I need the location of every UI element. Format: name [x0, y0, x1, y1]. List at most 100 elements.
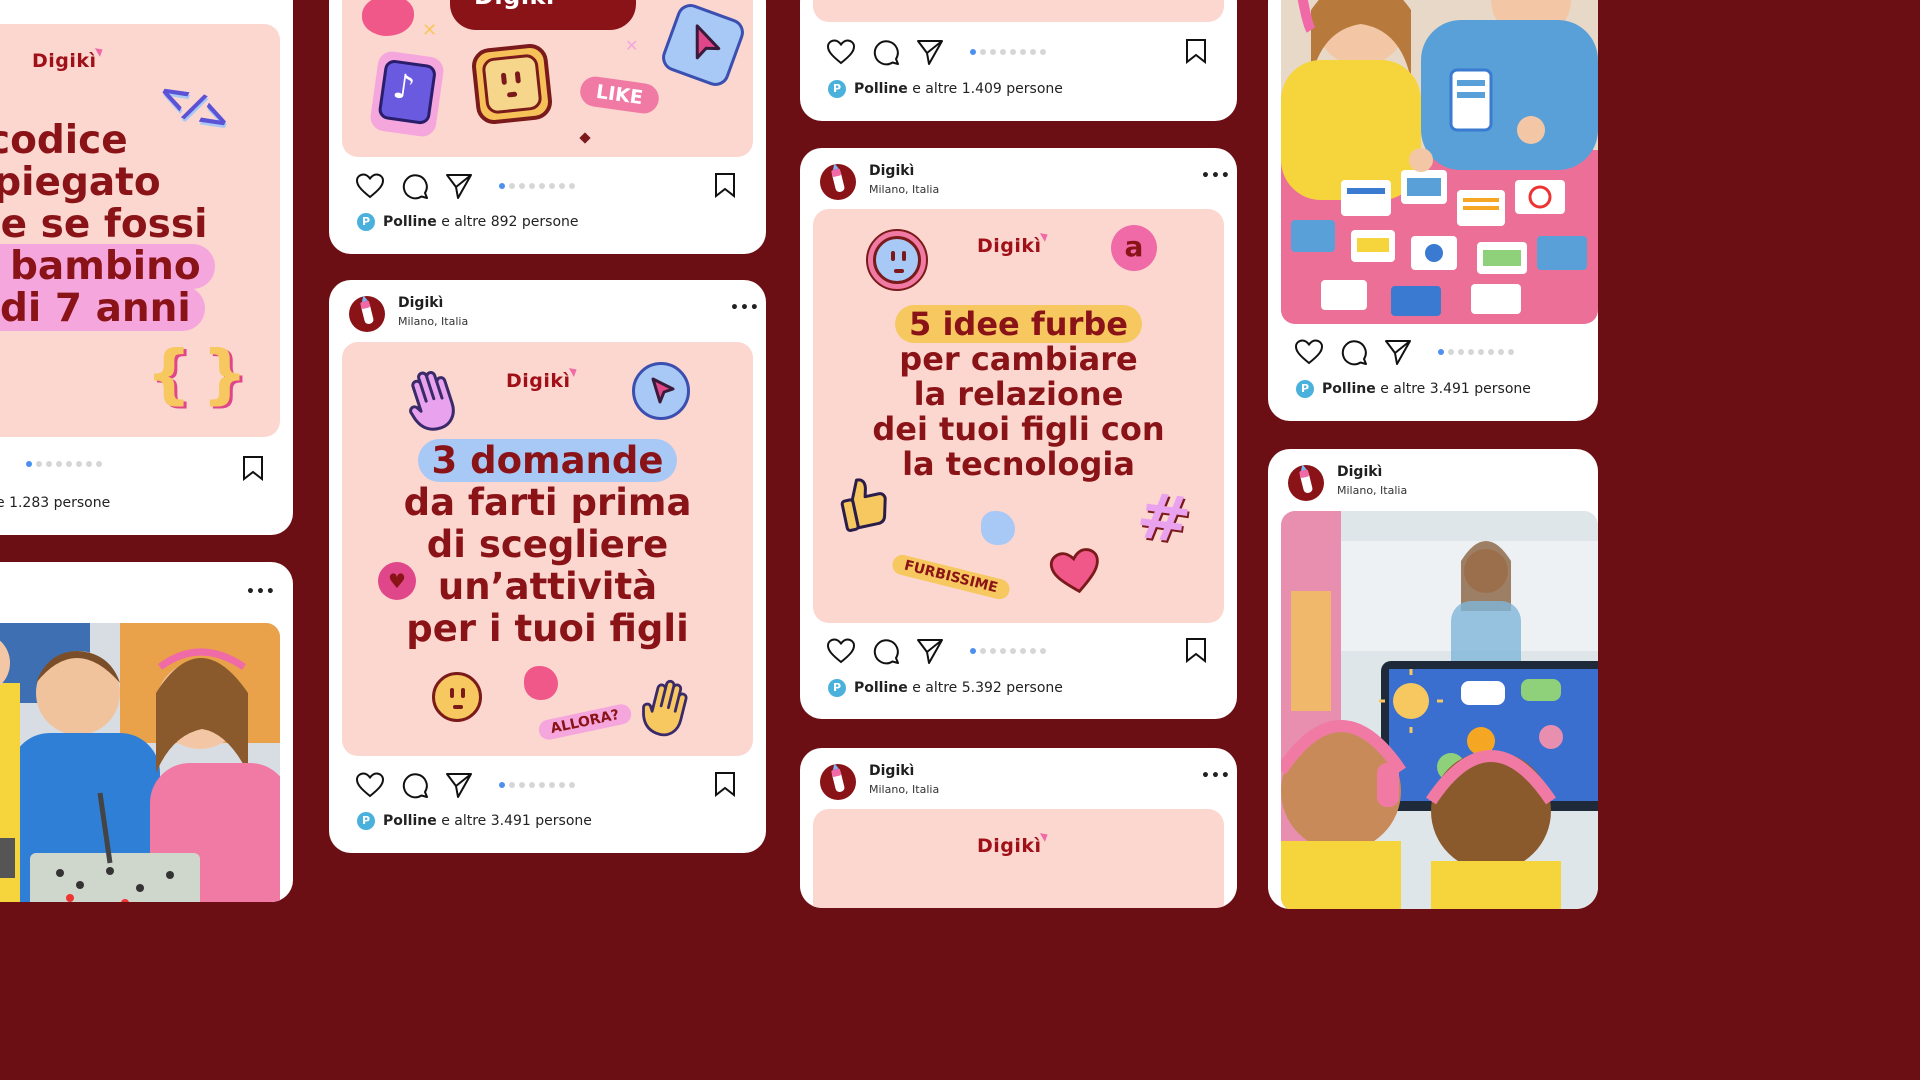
post-photo[interactable]: [1281, 0, 1598, 324]
likes-count[interactable]: e altre 892 persone: [437, 214, 578, 230]
comment-icon[interactable]: [401, 172, 429, 200]
account-name[interactable]: Digikì: [1337, 464, 1382, 480]
account-name[interactable]: Digikì: [869, 763, 914, 779]
likes-count[interactable]: e altre 1.409 persone: [908, 81, 1063, 97]
send-icon[interactable]: [916, 38, 944, 66]
carousel-dots[interactable]: [499, 782, 589, 788]
post-card-3: ✕ Digikì ♪ LIKE ✕ P Polline e altre 892 p…: [329, 0, 766, 254]
heart-icon[interactable]: [826, 637, 856, 665]
post-photo[interactable]: [0, 623, 280, 902]
heart-icon[interactable]: [355, 771, 385, 799]
likes-text: P Polline e altre 892 persone: [357, 213, 579, 231]
digiki-avatar[interactable]: [349, 296, 385, 332]
account-location[interactable]: Milano, Italia: [398, 315, 468, 328]
digiki-logo: Digikì: [977, 235, 1042, 257]
digiki-avatar[interactable]: [820, 764, 856, 800]
more-options-icon[interactable]: •••: [246, 584, 276, 600]
account-location[interactable]: Milano, Italia: [869, 783, 939, 796]
headline-line-1: l codice: [0, 118, 128, 163]
likes-count[interactable]: e altre 3.491 persone: [437, 813, 592, 829]
post-header: Digikì Milano, Italia •••: [349, 295, 759, 332]
liker-name[interactable]: Polline: [854, 81, 908, 97]
post-card-8: P Polline e altre 3.491 persone: [1268, 0, 1598, 421]
bookmark-icon[interactable]: [713, 172, 737, 198]
comment-icon[interactable]: [872, 38, 900, 66]
pin-icon: P: [357, 812, 375, 830]
post-card-7: Digikì Milano, Italia ••• Digikì: [800, 748, 1237, 908]
pin-icon: P: [357, 213, 375, 231]
liker-name[interactable]: Polline: [383, 813, 437, 829]
headline-line-3: me se fossi: [0, 202, 208, 247]
post-card-6: Digikì Milano, Italia ••• Digikì a 5 ide…: [800, 148, 1237, 719]
heart-icon[interactable]: [1294, 338, 1324, 366]
bookmark-icon[interactable]: [1184, 637, 1208, 663]
headline-line-1: 3 domande: [417, 439, 678, 482]
carousel-dots[interactable]: [970, 648, 1060, 654]
post-image[interactable]: Digikì </> l codice spiegato me se fossi…: [0, 24, 280, 437]
carousel-dots[interactable]: [1438, 349, 1528, 355]
post-image[interactable]: Digikì a 5 idee furbe per cambiare la re…: [813, 209, 1224, 623]
likes-count[interactable]: e altre 5.392 persone: [908, 680, 1063, 696]
post-image[interactable]: Digikì: [813, 809, 1224, 908]
bookmark-icon[interactable]: [1184, 38, 1208, 64]
liker-name[interactable]: Polline: [854, 680, 908, 696]
liker-name[interactable]: Polline: [1322, 381, 1376, 397]
likes-text: P Polline e altre 5.392 persone: [828, 679, 1063, 697]
digiki-logo: Digikì: [977, 835, 1042, 857]
post-header: Digikì Milano, Italia: [1288, 464, 1598, 501]
carousel-dots[interactable]: [970, 49, 1060, 55]
sparkle-icon: ✕: [625, 36, 639, 55]
headline: l codice spiegato me se fossi bambino di…: [0, 118, 215, 331]
bookmark-icon[interactable]: [241, 455, 265, 481]
account-location[interactable]: Milano, Italia: [1337, 484, 1407, 497]
heart-icon[interactable]: [826, 38, 856, 66]
headline-line-2: per cambiare: [899, 340, 1138, 378]
account-location[interactable]: Milano, Italia: [869, 183, 939, 196]
send-icon[interactable]: [1384, 338, 1412, 366]
cursor-circle-icon: [632, 362, 690, 420]
more-options-icon[interactable]: •••: [730, 300, 760, 316]
post-image[interactable]: ✕ Digikì ♪ LIKE ✕: [342, 0, 753, 157]
send-icon[interactable]: [445, 172, 473, 200]
headline: 5 idee furbe per cambiare la relazione d…: [813, 305, 1224, 482]
post-image[interactable]: [813, 0, 1224, 22]
post-photo[interactable]: [1281, 511, 1598, 909]
at-icon: a: [1111, 225, 1157, 271]
likes-text: P Polline e altre 3.491 persone: [357, 812, 592, 830]
headline-line-1: 5 idee furbe: [895, 305, 1142, 343]
post-actions: [355, 172, 745, 200]
digiki-avatar[interactable]: [820, 164, 856, 200]
flower-icon: [981, 511, 1015, 545]
account-name[interactable]: Digikì: [869, 163, 914, 179]
heart-icon[interactable]: [355, 172, 385, 200]
headline-line-3: la relazione: [913, 375, 1124, 413]
account-name[interactable]: Digikì: [398, 295, 443, 311]
heart-icon-deco: [1049, 548, 1099, 594]
bookmark-icon[interactable]: [713, 771, 737, 797]
headline-line-4: bambino: [0, 244, 215, 289]
post-card-4: Digikì Milano, Italia ••• Digikì 3 doman…: [329, 280, 766, 853]
more-options-icon[interactable]: •••: [1201, 168, 1231, 184]
more-options-icon[interactable]: •••: [1201, 768, 1231, 784]
digiki-avatar[interactable]: [1288, 465, 1324, 501]
comment-icon[interactable]: [401, 771, 429, 799]
likes-count[interactable]: e altre 3.491 persone: [1376, 381, 1531, 397]
post-image[interactable]: Digikì 3 domande da farti prima di scegl…: [342, 342, 753, 756]
post-header: Digikì Milano, Italia •••: [820, 763, 1230, 800]
sparkle-icon: ✕: [422, 20, 438, 41]
send-icon[interactable]: [445, 771, 473, 799]
liker-name[interactable]: Polline: [383, 214, 437, 230]
headline: 3 domande da farti prima di scegliere un…: [342, 439, 753, 650]
post-card-9: Digikì Milano, Italia: [1268, 449, 1598, 909]
send-icon[interactable]: [916, 637, 944, 665]
pin-icon: P: [828, 80, 846, 98]
headline-line-5: per i tuoi figli: [406, 607, 689, 650]
comment-icon[interactable]: [1340, 338, 1368, 366]
braces-icon: { }: [146, 338, 247, 412]
like-tag: LIKE: [578, 74, 661, 116]
headline-line-2: spiegato: [0, 160, 161, 205]
comment-icon[interactable]: [872, 637, 900, 665]
carousel-dots[interactable]: [26, 461, 116, 467]
cursor-tile-icon: [658, 0, 748, 90]
carousel-dots[interactable]: [499, 183, 589, 189]
